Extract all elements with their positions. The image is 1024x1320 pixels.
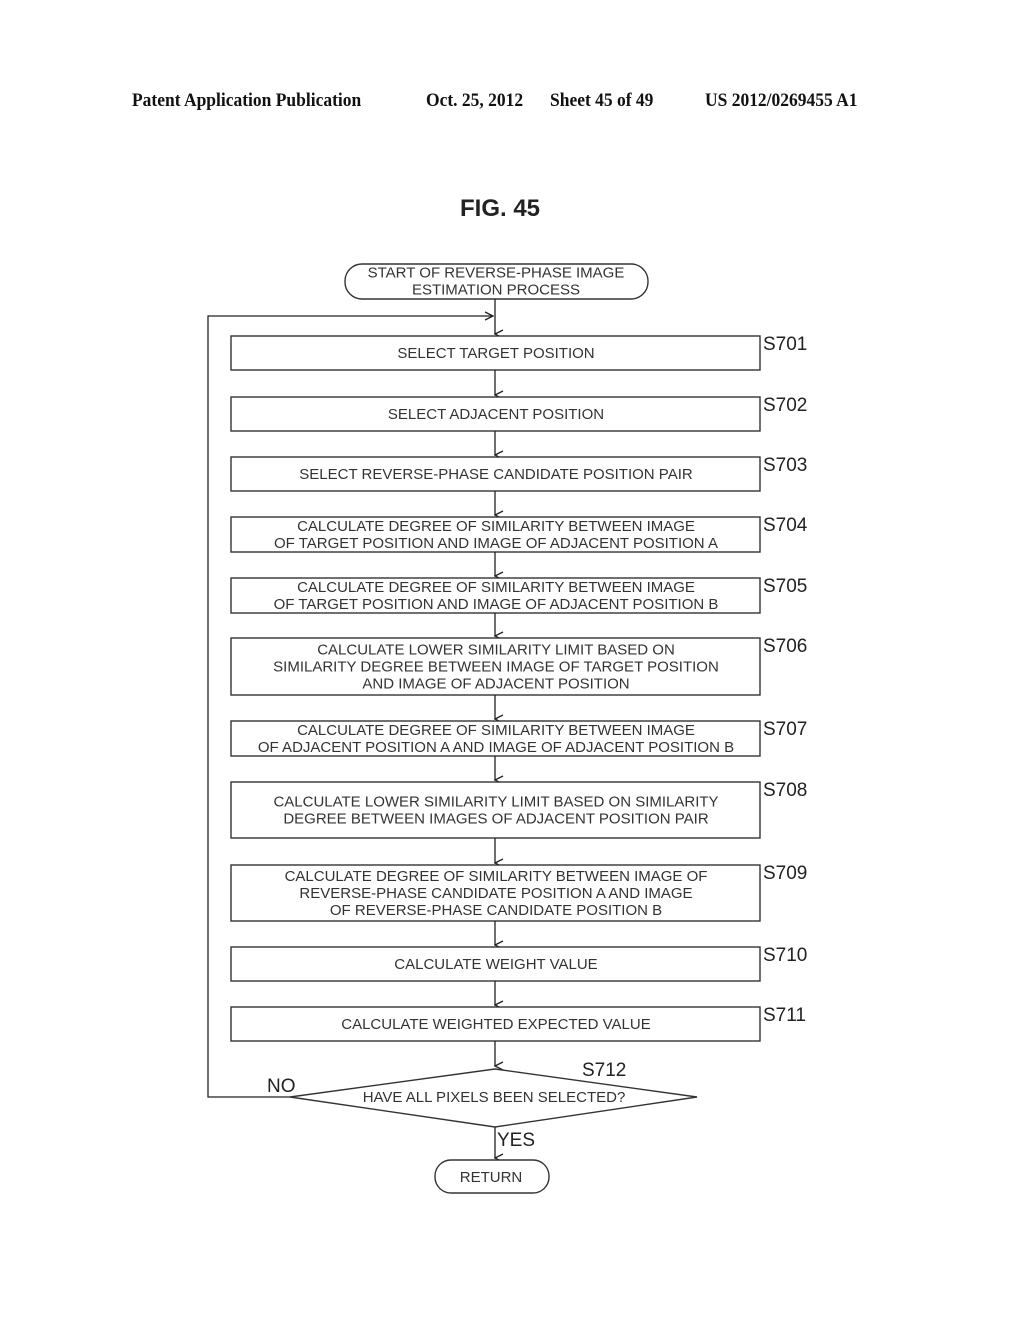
process-step-text: CALCULATE LOWER SIMILARITY LIMIT BASED O… bbox=[273, 794, 718, 811]
step-label-s701: S701 bbox=[763, 334, 807, 355]
process-step-text: OF ADJACENT POSITION A AND IMAGE OF ADJA… bbox=[258, 739, 734, 756]
process-step-text: SIMILARITY DEGREE BETWEEN IMAGE OF TARGE… bbox=[273, 659, 719, 676]
process-step-text: SELECT TARGET POSITION bbox=[397, 345, 594, 362]
flowchart: START OF REVERSE-PHASE IMAGEESTIMATION P… bbox=[207, 263, 808, 1194]
step-label-s705: S705 bbox=[763, 576, 807, 597]
process-step-text: CALCULATE DEGREE OF SIMILARITY BETWEEN I… bbox=[285, 868, 708, 885]
yes-label: YES bbox=[497, 1130, 535, 1151]
step-label-s710: S710 bbox=[763, 945, 807, 966]
process-step-text: CALCULATE LOWER SIMILARITY LIMIT BASED O… bbox=[317, 642, 675, 659]
step-label-s702: S702 bbox=[763, 395, 807, 416]
start-terminator-text: ESTIMATION PROCESS bbox=[412, 282, 580, 299]
process-step-text: CALCULATE DEGREE OF SIMILARITY BETWEEN I… bbox=[297, 518, 695, 535]
step-label-s704: S704 bbox=[763, 515, 808, 536]
decision-text: HAVE ALL PIXELS BEEN SELECTED? bbox=[363, 1089, 626, 1106]
step-label-s708: S708 bbox=[763, 780, 807, 801]
process-step-text: OF TARGET POSITION AND IMAGE OF ADJACENT… bbox=[274, 535, 718, 552]
step-label-s712: S712 bbox=[582, 1060, 626, 1081]
step-label-s706: S706 bbox=[763, 636, 807, 657]
process-step-text: DEGREE BETWEEN IMAGES OF ADJACENT POSITI… bbox=[283, 811, 709, 828]
process-step-text: OF REVERSE-PHASE CANDIDATE POSITION B bbox=[330, 902, 662, 919]
process-step-text: CALCULATE WEIGHTED EXPECTED VALUE bbox=[341, 1016, 651, 1033]
start-terminator-text: START OF REVERSE-PHASE IMAGE bbox=[368, 265, 625, 282]
process-step-text: SELECT ADJACENT POSITION bbox=[388, 406, 604, 423]
process-step-text: CALCULATE DEGREE OF SIMILARITY BETWEEN I… bbox=[297, 722, 695, 739]
step-label-s707: S707 bbox=[763, 719, 807, 740]
process-step-text: CALCULATE DEGREE OF SIMILARITY BETWEEN I… bbox=[297, 579, 695, 596]
process-step-text: SELECT REVERSE-PHASE CANDIDATE POSITION … bbox=[299, 466, 693, 483]
process-step-text: AND IMAGE OF ADJACENT POSITION bbox=[362, 676, 629, 693]
process-step-text: REVERSE-PHASE CANDIDATE POSITION A AND I… bbox=[299, 885, 692, 902]
step-label-s711: S711 bbox=[763, 1005, 806, 1026]
step-label-s703: S703 bbox=[763, 455, 807, 476]
process-step-text: OF TARGET POSITION AND IMAGE OF ADJACENT… bbox=[274, 596, 719, 613]
end-terminator-text: RETURN bbox=[460, 1169, 523, 1186]
process-step-text: CALCULATE WEIGHT VALUE bbox=[394, 956, 597, 973]
step-label-s709: S709 bbox=[763, 863, 807, 884]
no-label: NO bbox=[267, 1076, 296, 1097]
